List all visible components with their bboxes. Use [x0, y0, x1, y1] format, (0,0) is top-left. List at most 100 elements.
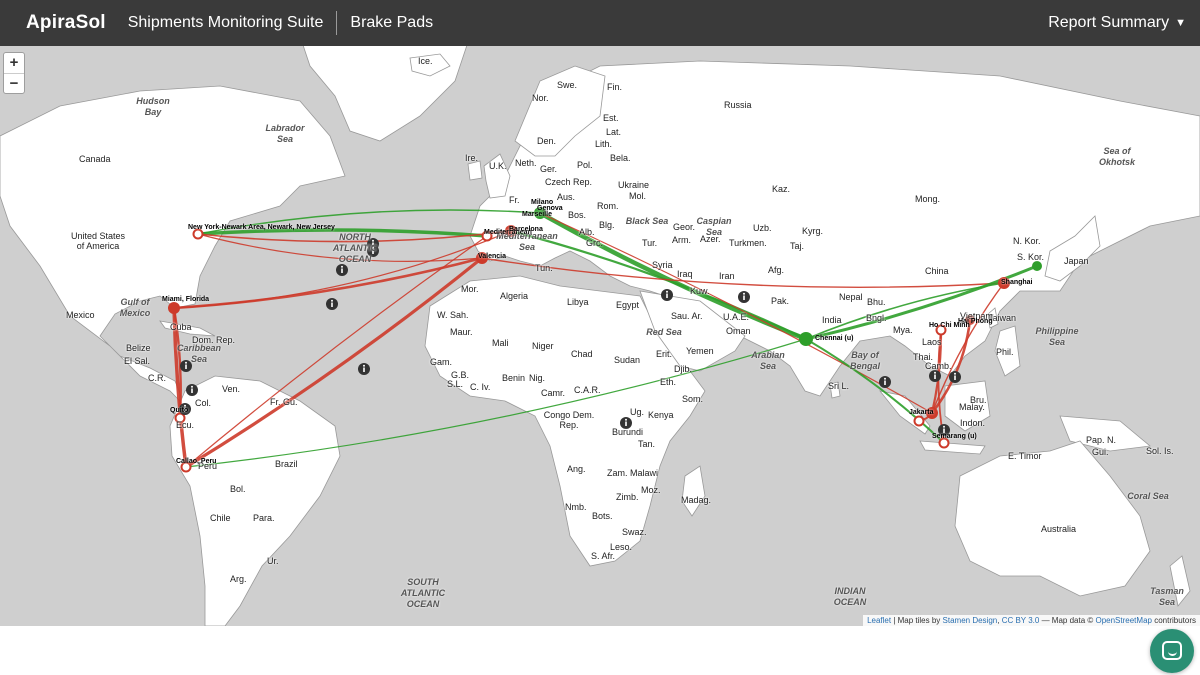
brand-logo[interactable]: ApiraSol	[26, 12, 106, 34]
product-name: Brake Pads	[350, 14, 434, 31]
label-north-korea: N. Kor.	[1013, 236, 1041, 246]
attribution-suffix: contributors	[1151, 616, 1196, 625]
label-east-timor: E. Timor	[1008, 451, 1042, 461]
label-gambia: Gam.	[430, 357, 453, 367]
info-icon-stem	[743, 295, 745, 300]
label-tajikistan: Taj.	[790, 241, 805, 251]
zoom-in-button[interactable]: +	[4, 53, 24, 73]
label-austria: Aus.	[557, 192, 576, 202]
zoom-control: + −	[3, 52, 25, 94]
label-poland: Pol.	[577, 160, 593, 170]
port-marker-busan[interactable]	[1032, 261, 1042, 271]
info-marker-7[interactable]	[358, 363, 370, 375]
label-chile: Chile	[210, 513, 231, 523]
label-paraguay: Para.	[253, 513, 275, 523]
label-australia: Australia	[1041, 524, 1077, 534]
label-zimbabwe: Zimb.	[616, 492, 639, 502]
label-benin: Benin	[502, 373, 526, 383]
label-indonesia: Indon.	[960, 418, 986, 428]
label-morocco: Mor.	[461, 284, 479, 294]
city-shanghai: Shanghai	[1001, 279, 1033, 286]
label-car: C.A.R.	[574, 385, 601, 395]
info-icon-stem	[191, 388, 193, 393]
attribution-data-prefix: — Map data ©	[1039, 616, 1096, 625]
label-romania: Rom.	[597, 201, 619, 211]
info-icon-stem	[954, 375, 956, 380]
label-afghanistan: Afg.	[768, 265, 785, 275]
city-ho-chi-minh: Ho Chi Minh	[929, 322, 970, 329]
label-sweden: Swe.	[557, 80, 578, 90]
info-icon-dot	[363, 364, 365, 367]
label-uganda: Ug.	[630, 407, 645, 417]
info-marker-11[interactable]	[879, 376, 891, 388]
label-sea-of-okhotsk: Sea of Okhotsk	[1098, 146, 1135, 167]
label-philippine-sea: Philippine Sea	[1035, 326, 1079, 347]
osm-link[interactable]: OpenStreetMap	[1095, 616, 1151, 625]
info-icon-stem	[341, 268, 343, 273]
info-marker-5[interactable]	[186, 384, 198, 396]
info-icon-dot	[743, 292, 745, 295]
label-zambia: Zam.	[607, 468, 628, 478]
label-ivory-coast: C. Iv.	[470, 382, 491, 392]
label-mexico: Mexico	[66, 310, 95, 320]
info-marker-8[interactable]	[661, 289, 673, 301]
label-turkmenistan: Turkmen.	[729, 238, 767, 248]
chat-smile-icon	[1168, 651, 1177, 656]
label-bulgaria: Blg.	[599, 220, 615, 230]
city-callao: Callao, Peru	[176, 458, 217, 465]
label-venezuela: Ven.	[222, 384, 241, 394]
label-nepal: Nepal	[839, 292, 863, 302]
info-marker-2[interactable]	[336, 264, 348, 276]
zoom-out-button[interactable]: −	[4, 73, 24, 93]
info-icon-dot	[954, 372, 956, 375]
landmass-australia	[954, 440, 1151, 597]
label-libya: Libya	[567, 297, 589, 307]
header-divider	[336, 11, 338, 35]
report-summary-label: Report Summary	[1048, 14, 1170, 31]
shipment-map[interactable]: Ice. Swe. Nor. Fin. Russia Est. Lat. Den…	[0, 46, 1200, 626]
leaflet-link[interactable]: Leaflet	[867, 616, 891, 625]
label-north-atlantic-ocean: NORTH ATLANTIC OCEAN	[332, 232, 378, 264]
license-link[interactable]: CC BY 3.0	[1002, 616, 1040, 625]
label-germany: Ger.	[540, 164, 558, 174]
landmass-ireland	[467, 160, 483, 181]
info-marker-13[interactable]	[949, 371, 961, 383]
city-new-york: New York-Newark Area, Newark, New Jersey	[188, 224, 335, 231]
label-red-sea: Red Sea	[646, 327, 682, 337]
label-france: Fr.	[509, 195, 520, 205]
label-japan: Japan	[1064, 256, 1089, 266]
label-ethiopia: Eth.	[660, 377, 677, 387]
port-marker-chennai[interactable]	[799, 332, 813, 346]
label-brunei: Bru.	[970, 395, 987, 405]
stamen-link[interactable]: Stamen Design	[943, 616, 998, 625]
city-valencia: Valencia	[478, 253, 507, 260]
label-swaziland: Swaz.	[622, 527, 647, 537]
report-summary-dropdown[interactable]: Report Summary ▼	[1048, 0, 1186, 46]
label-black-sea: Black Sea	[625, 216, 669, 226]
label-greece: Grc.	[586, 238, 603, 248]
label-lithuania: Lith.	[595, 139, 613, 149]
label-iceland: Ice.	[418, 56, 433, 66]
city-jakarta: Jakarta	[909, 409, 934, 416]
land-masses	[0, 46, 1200, 626]
label-usa: United States of America	[70, 231, 126, 251]
label-mongolia: Mong.	[915, 194, 941, 204]
label-bay-of-bengal: Bay of Bengal	[849, 350, 880, 371]
label-uzbekistan: Uzb.	[753, 223, 772, 233]
suite-title: Shipments Monitoring Suite	[127, 14, 324, 31]
label-albania: Alb.	[579, 227, 595, 237]
label-solomon-is: Sol. Is.	[1146, 446, 1174, 456]
label-belarus: Bela.	[610, 153, 631, 163]
info-marker-9[interactable]	[738, 291, 750, 303]
origin-marker-sing[interactable]	[913, 415, 925, 427]
info-marker-12[interactable]	[929, 370, 941, 382]
port-marker-miami[interactable]	[168, 302, 180, 314]
label-angola: Ang.	[567, 464, 586, 474]
info-icon-dot	[934, 371, 936, 374]
chat-button[interactable]	[1150, 629, 1194, 673]
label-bosnia: Bos.	[568, 210, 587, 220]
label-kuwait: Kuw.	[690, 286, 710, 296]
map-attribution: Leaflet | Map tiles by Stamen Design, CC…	[863, 615, 1200, 626]
info-marker-3[interactable]	[326, 298, 338, 310]
label-tunisia: Tun.	[535, 263, 553, 273]
